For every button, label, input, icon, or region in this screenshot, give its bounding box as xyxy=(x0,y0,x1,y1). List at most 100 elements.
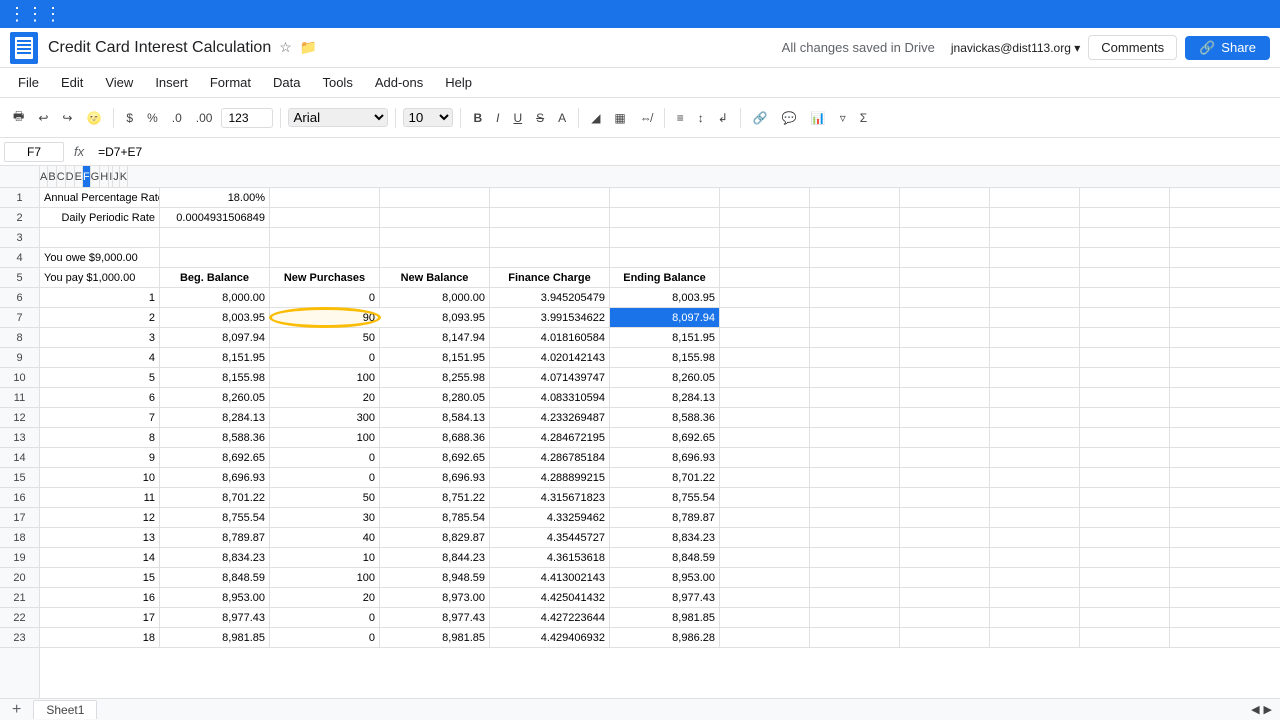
currency-button[interactable]: $ xyxy=(121,108,138,128)
cell-g22[interactable] xyxy=(720,608,810,627)
cell-j14[interactable] xyxy=(990,448,1080,467)
cell-i18[interactable] xyxy=(900,528,990,547)
cell-f13[interactable]: 8,692.65 xyxy=(610,428,720,447)
cell-a11[interactable]: 6 xyxy=(40,388,160,407)
col-header-c[interactable]: C xyxy=(57,166,66,187)
cell-j23[interactable] xyxy=(990,628,1080,647)
formula-input[interactable] xyxy=(94,143,1276,161)
cell-d2[interactable] xyxy=(380,208,490,227)
cell-g11[interactable] xyxy=(720,388,810,407)
cell-j1[interactable] xyxy=(990,188,1080,207)
row-num-19[interactable]: 19 xyxy=(0,548,39,568)
cell-k11[interactable] xyxy=(1080,388,1170,407)
cell-e3[interactable] xyxy=(490,228,610,247)
menu-tools[interactable]: Tools xyxy=(312,71,362,94)
cell-b4[interactable] xyxy=(160,248,270,267)
col-header-f[interactable]: F xyxy=(83,166,91,187)
cell-c2[interactable] xyxy=(270,208,380,227)
user-email[interactable]: jnavickas@dist113.org ▾ xyxy=(951,41,1080,55)
cell-f20[interactable]: 8,953.00 xyxy=(610,568,720,587)
cell-d21[interactable]: 8,973.00 xyxy=(380,588,490,607)
cell-d6[interactable]: 8,000.00 xyxy=(380,288,490,307)
cell-f23[interactable]: 8,986.28 xyxy=(610,628,720,647)
cell-b12[interactable]: 8,284.13 xyxy=(160,408,270,427)
cell-c1[interactable] xyxy=(270,188,380,207)
cell-g1[interactable] xyxy=(720,188,810,207)
cell-h1[interactable] xyxy=(810,188,900,207)
row-num-8[interactable]: 8 xyxy=(0,328,39,348)
cell-h7[interactable] xyxy=(810,308,900,327)
cell-b15[interactable]: 8,696.93 xyxy=(160,468,270,487)
cell-k13[interactable] xyxy=(1080,428,1170,447)
cell-a2[interactable]: Daily Periodic Rate xyxy=(40,208,160,227)
cell-k6[interactable] xyxy=(1080,288,1170,307)
folder-icon[interactable]: 📁 xyxy=(300,39,317,56)
cell-b22[interactable]: 8,977.43 xyxy=(160,608,270,627)
cell-d4[interactable] xyxy=(380,248,490,267)
cell-e18[interactable]: 4.35445727 xyxy=(490,528,610,547)
comments-button[interactable]: Comments xyxy=(1088,35,1177,60)
cell-c21[interactable]: 20 xyxy=(270,588,380,607)
cell-k18[interactable] xyxy=(1080,528,1170,547)
cell-d22[interactable]: 8,977.43 xyxy=(380,608,490,627)
cell-h2[interactable] xyxy=(810,208,900,227)
cell-b11[interactable]: 8,260.05 xyxy=(160,388,270,407)
cell-e19[interactable]: 4.36153618 xyxy=(490,548,610,567)
cell-j4[interactable] xyxy=(990,248,1080,267)
cell-j11[interactable] xyxy=(990,388,1080,407)
cell-e13[interactable]: 4.284672195 xyxy=(490,428,610,447)
cell-a17[interactable]: 12 xyxy=(40,508,160,527)
zoom-input[interactable] xyxy=(221,108,273,128)
cell-k1[interactable] xyxy=(1080,188,1170,207)
cell-i7[interactable] xyxy=(900,308,990,327)
cell-a15[interactable]: 10 xyxy=(40,468,160,487)
cell-d3[interactable] xyxy=(380,228,490,247)
cell-a7[interactable]: 2 xyxy=(40,308,160,327)
cell-g10[interactable] xyxy=(720,368,810,387)
cell-a6[interactable]: 1 xyxy=(40,288,160,307)
valign-button[interactable]: ↕ xyxy=(693,108,709,128)
cell-a4[interactable]: You owe $9,000.00 xyxy=(40,248,160,267)
wrap-button[interactable]: ↲ xyxy=(713,108,733,128)
col-header-a[interactable]: A xyxy=(40,166,48,187)
menu-data[interactable]: Data xyxy=(263,71,310,94)
cell-c8[interactable]: 50 xyxy=(270,328,380,347)
cell-e2[interactable] xyxy=(490,208,610,227)
row-num-11[interactable]: 11 xyxy=(0,388,39,408)
cell-d9[interactable]: 8,151.95 xyxy=(380,348,490,367)
cell-h17[interactable] xyxy=(810,508,900,527)
cell-i23[interactable] xyxy=(900,628,990,647)
chart-button[interactable]: 📊 xyxy=(806,108,831,128)
cell-i5[interactable] xyxy=(900,268,990,287)
cell-k9[interactable] xyxy=(1080,348,1170,367)
cell-b18[interactable]: 8,789.87 xyxy=(160,528,270,547)
menu-insert[interactable]: Insert xyxy=(145,71,198,94)
cell-d1[interactable] xyxy=(380,188,490,207)
cell-c9[interactable]: 0 xyxy=(270,348,380,367)
cell-c5[interactable]: New Purchases xyxy=(270,268,380,287)
row-num-17[interactable]: 17 xyxy=(0,508,39,528)
col-header-d[interactable]: D xyxy=(66,166,75,187)
cell-c17[interactable]: 30 xyxy=(270,508,380,527)
cell-k3[interactable] xyxy=(1080,228,1170,247)
cell-k7[interactable] xyxy=(1080,308,1170,327)
cell-f19[interactable]: 8,848.59 xyxy=(610,548,720,567)
cell-d15[interactable]: 8,696.93 xyxy=(380,468,490,487)
cell-c20[interactable]: 100 xyxy=(270,568,380,587)
cell-d10[interactable]: 8,255.98 xyxy=(380,368,490,387)
cell-c22[interactable]: 0 xyxy=(270,608,380,627)
cell-h9[interactable] xyxy=(810,348,900,367)
cell-i12[interactable] xyxy=(900,408,990,427)
cell-a16[interactable]: 11 xyxy=(40,488,160,507)
menu-addons[interactable]: Add-ons xyxy=(365,71,433,94)
cell-g7[interactable] xyxy=(720,308,810,327)
cell-d23[interactable]: 8,981.85 xyxy=(380,628,490,647)
cell-f12[interactable]: 8,588.36 xyxy=(610,408,720,427)
cell-c13[interactable]: 100 xyxy=(270,428,380,447)
cell-f22[interactable]: 8,981.85 xyxy=(610,608,720,627)
row-num-1[interactable]: 1 xyxy=(0,188,39,208)
merge-button[interactable]: ⇎ xyxy=(635,108,657,128)
print-button[interactable]: 🖶 xyxy=(8,104,29,131)
cell-c10[interactable]: 100 xyxy=(270,368,380,387)
cell-k5[interactable] xyxy=(1080,268,1170,287)
